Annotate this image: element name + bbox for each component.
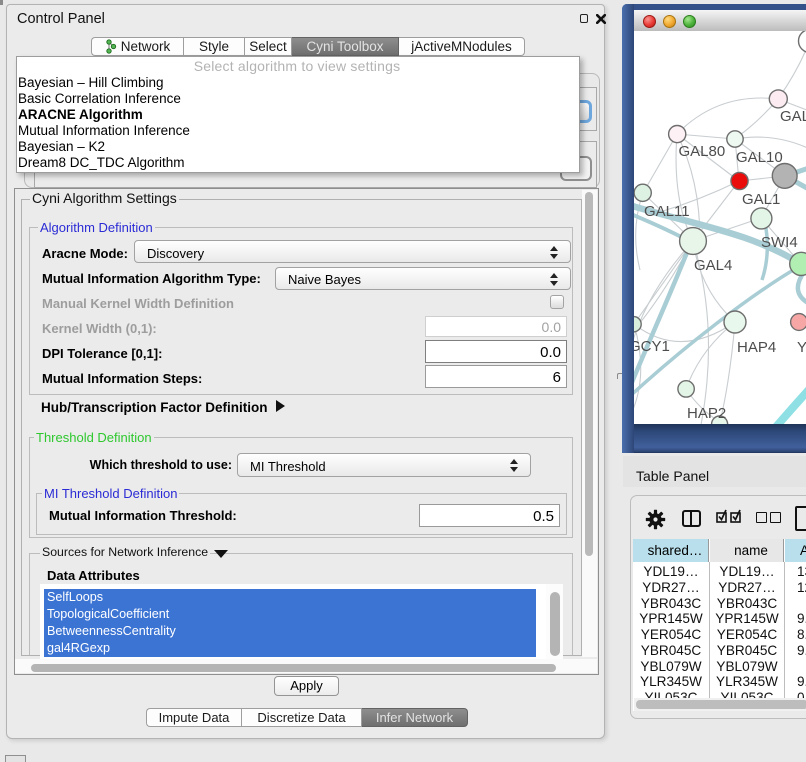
svg-text:GAL80: GAL80	[679, 143, 726, 160]
svg-text:GAL: GAL	[780, 108, 806, 125]
svg-text:GAL11: GAL11	[644, 203, 690, 220]
svg-text:HAP4: HAP4	[737, 339, 776, 356]
svg-text:GAL1: GAL1	[742, 191, 780, 208]
svg-text:HAP2: HAP2	[687, 405, 726, 422]
svg-text:SWI4: SWI4	[761, 234, 798, 251]
svg-text:GAL10: GAL10	[736, 149, 783, 166]
svg-text:GAL4: GAL4	[694, 257, 732, 274]
svg-text:GCY1: GCY1	[634, 338, 670, 355]
svg-text:Y: Y	[797, 339, 806, 356]
